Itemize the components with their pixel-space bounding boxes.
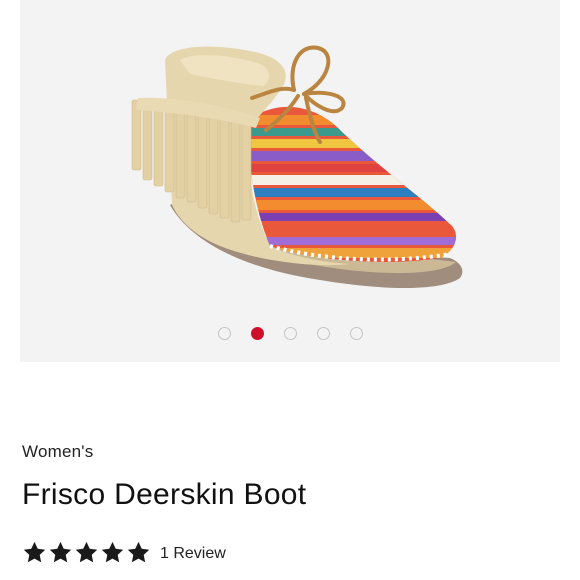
gallery-dot-5[interactable] [349, 327, 363, 340]
star-icon [49, 541, 72, 562]
reviews-link[interactable]: 1 Review [160, 545, 226, 563]
product-image-gallery[interactable] [20, 0, 560, 362]
gallery-dot-2[interactable] [250, 327, 264, 340]
star-icon [23, 541, 46, 562]
product-title: Frisco Deerskin Boot [22, 478, 307, 511]
gallery-dot-1[interactable] [217, 327, 231, 340]
star-icon [101, 541, 124, 562]
star-icon [75, 541, 98, 562]
product-category: Women's [22, 442, 94, 461]
star-icon [127, 541, 150, 562]
product-rating: 1 Review [22, 538, 226, 566]
gallery-pagination [20, 327, 560, 341]
gallery-dot-4[interactable] [316, 327, 330, 340]
product-image [131, 45, 463, 288]
rating-stars[interactable] [22, 540, 151, 565]
gallery-dot-3[interactable] [283, 327, 297, 340]
